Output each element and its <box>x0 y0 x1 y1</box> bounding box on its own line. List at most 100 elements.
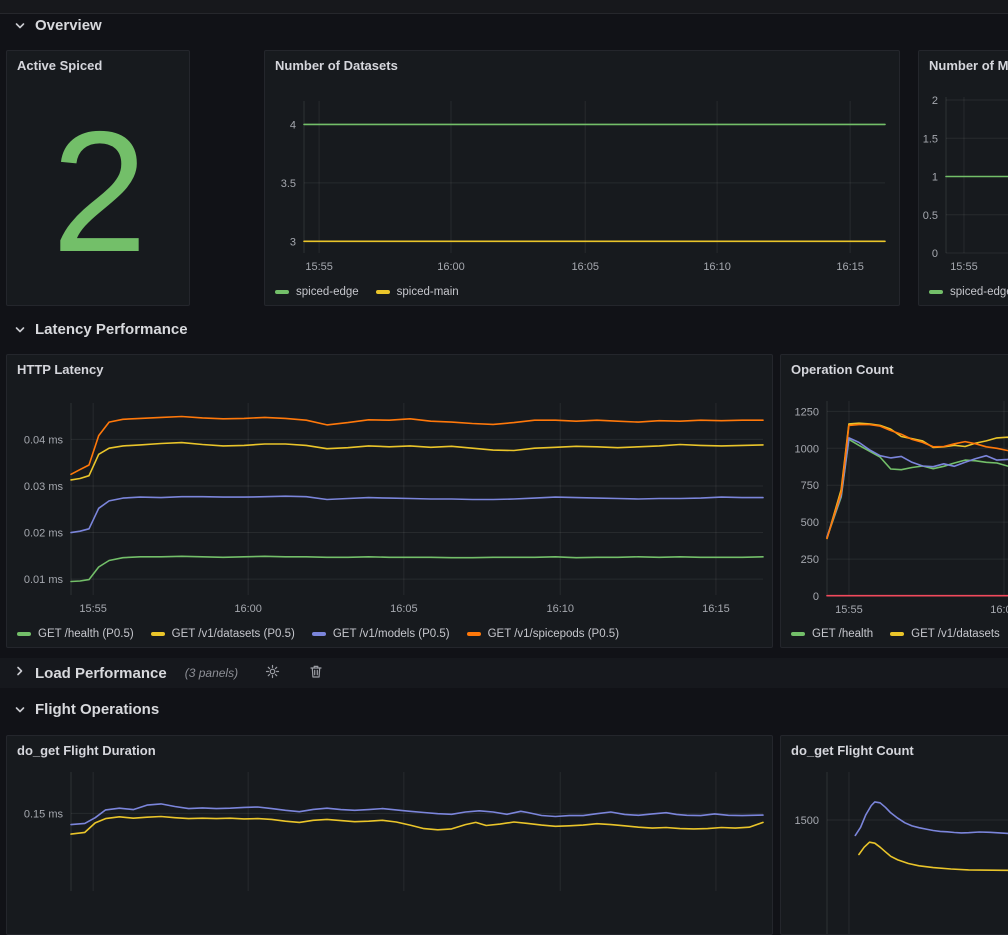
y-tick-label: 250 <box>801 554 819 566</box>
row-settings-button[interactable] <box>263 662 282 684</box>
legend-item[interactable]: spiced-main <box>376 286 459 298</box>
chart-canvas[interactable]: 21.510.5015:55 <box>919 51 1008 306</box>
panel-http-latency: HTTP Latency 0.04 ms 0.03 ms 0.02 ms 0.01 m… <box>6 354 773 648</box>
legend-label: GET /v1/datasets (P0.5) <box>172 628 295 640</box>
panel-operation-count: Operation Count 12501000750500250015:551… <box>780 354 1008 648</box>
y-tick-label: 3.5 <box>281 178 296 190</box>
legend-swatch <box>275 290 289 294</box>
flight-duration-chart[interactable]: 0.15 ms <box>7 736 772 934</box>
chart-canvas[interactable]: 0.15 ms <box>7 736 773 935</box>
chart-legend: spiced-edge spiced-main <box>275 286 459 298</box>
row-delete-button[interactable] <box>307 662 325 684</box>
legend-swatch <box>929 290 943 294</box>
section-header-load-performance[interactable]: Load Performance (3 panels) <box>0 658 1008 688</box>
y-tick-label: 750 <box>801 480 819 492</box>
y-tick-label: 1.5 <box>923 133 938 145</box>
chevron-down-icon <box>14 324 26 336</box>
datasets-chart[interactable]: 43.5315:5516:0016:0516:1016:15spiced-edg… <box>265 51 899 305</box>
chart-legend: GET /health (P0.5) GET /v1/datasets (P0.5… <box>17 628 619 640</box>
legend-swatch <box>467 632 481 636</box>
x-tick-label: 15:55 <box>79 603 107 615</box>
panel-number-of-datasets: Number of Datasets 43.5315:5516:0016:051… <box>264 50 900 306</box>
legend-swatch <box>791 632 805 636</box>
series-line <box>71 556 763 581</box>
x-tick-label: 16:00 <box>990 604 1008 616</box>
section-header-overview[interactable]: Overview <box>14 17 102 34</box>
legend-item[interactable]: GET /health (P0.5) <box>17 628 134 640</box>
models-chart[interactable]: 21.510.5015:55spiced-edge <box>919 51 1008 305</box>
legend-label: spiced-main <box>397 286 459 298</box>
section-label: Load Performance <box>35 665 167 682</box>
big-stat: 2 <box>7 79 189 305</box>
legend-swatch <box>890 632 904 636</box>
legend-item[interactable]: spiced-edge <box>275 286 359 298</box>
y-tick-label: 0 <box>932 248 938 260</box>
x-tick-label: 16:10 <box>703 261 731 273</box>
legend-label: GET /health (P0.5) <box>38 628 134 640</box>
chart-canvas[interactable]: 43.5315:5516:0016:0516:1016:15 <box>265 51 900 306</box>
legend-label: spiced-edge <box>950 286 1008 298</box>
x-tick-label: 16:15 <box>836 261 864 273</box>
legend-item[interactable]: GET /v1/models (P0.5) <box>312 628 450 640</box>
section-header-flight-operations[interactable]: Flight Operations <box>14 701 159 718</box>
panel-title[interactable]: do_get Flight Duration <box>17 743 156 758</box>
legend-item[interactable]: GET /v1/datasets <box>890 628 1000 640</box>
operation-count-chart[interactable]: 12501000750500250015:5516:00GET /healthG… <box>781 355 1008 647</box>
series-line <box>71 817 763 835</box>
x-tick-label: 16:10 <box>546 603 574 615</box>
x-tick-label: 15:55 <box>835 604 863 616</box>
legend-swatch <box>312 632 326 636</box>
section-header-latency-performance[interactable]: Latency Performance <box>14 321 188 338</box>
legend-item[interactable]: GET /health <box>791 628 873 640</box>
x-tick-label: 15:55 <box>305 261 333 273</box>
chart-legend: GET /healthGET /v1/datasetsGET /v1/model… <box>791 628 1008 640</box>
legend-swatch <box>151 632 165 636</box>
chart-legend: spiced-edge <box>929 286 1008 298</box>
legend-item[interactable]: spiced-edge <box>929 286 1008 298</box>
gear-icon <box>265 664 280 682</box>
y-tick-label: 0.01 ms <box>24 574 64 586</box>
series-line <box>827 439 1008 537</box>
legend-item[interactable]: GET /v1/datasets (P0.5) <box>151 628 295 640</box>
y-tick-label: 4 <box>290 119 296 131</box>
y-tick-label: 0.03 ms <box>24 481 64 493</box>
y-tick-label: 0 <box>813 591 819 603</box>
panel-title[interactable]: HTTP Latency <box>17 362 103 377</box>
panel-title[interactable]: do_get Flight Count <box>791 743 914 758</box>
chart-canvas[interactable]: 12501000750500250015:5516:00 <box>781 355 1008 648</box>
trash-icon <box>309 664 323 682</box>
series-line <box>71 443 763 480</box>
legend-label: GET /v1/spicepods (P0.5) <box>488 628 619 640</box>
panel-count-label: (3 panels) <box>185 666 238 680</box>
panel-title[interactable]: Number of Datasets <box>275 58 398 73</box>
legend-label: GET /v1/datasets <box>911 628 1000 640</box>
panel-title[interactable]: Active Spiced <box>17 58 102 73</box>
y-tick-label: 0.04 ms <box>24 434 64 446</box>
panel-title[interactable]: Number of Models <box>929 58 1008 73</box>
legend-swatch <box>17 632 31 636</box>
series-line <box>71 804 763 825</box>
panel-title[interactable]: Operation Count <box>791 362 894 377</box>
top-bar <box>0 0 1008 14</box>
stat-value: 2 <box>52 106 145 278</box>
panel-number-of-models: Number of Models 21.510.5015:55spiced-ed… <box>918 50 1008 306</box>
legend-label: GET /v1/models (P0.5) <box>333 628 450 640</box>
panel-do-get-flight-duration: do_get Flight Duration 0.15 ms <box>6 735 773 935</box>
y-tick-label: 0.15 ms <box>24 808 64 820</box>
panel-active-spiced: Active Spiced 2 <box>6 50 190 306</box>
x-tick-label: 16:05 <box>571 261 599 273</box>
y-tick-label: 0.02 ms <box>24 528 64 540</box>
series-line <box>71 496 763 532</box>
chart-canvas[interactable]: 0.04 ms 0.03 ms 0.02 ms 0.01 ms 15:55 16:00 16… <box>7 355 773 648</box>
x-tick-label: 16:00 <box>234 603 262 615</box>
legend-label: spiced-edge <box>296 286 359 298</box>
legend-label: GET /health <box>812 628 873 640</box>
flight-count-chart[interactable]: 1500 <box>781 736 1008 934</box>
chart-canvas[interactable]: 1500 <box>781 736 1008 935</box>
legend-item[interactable]: GET /v1/spicepods (P0.5) <box>467 628 619 640</box>
x-tick-label: 15:55 <box>950 261 978 273</box>
http-latency-chart[interactable]: 0.04 ms 0.03 ms 0.02 ms 0.01 ms 15:55 16:00 16… <box>7 355 772 647</box>
y-tick-label: 3 <box>290 236 296 248</box>
section-label: Overview <box>35 17 102 34</box>
y-tick-label: 1250 <box>795 406 819 418</box>
